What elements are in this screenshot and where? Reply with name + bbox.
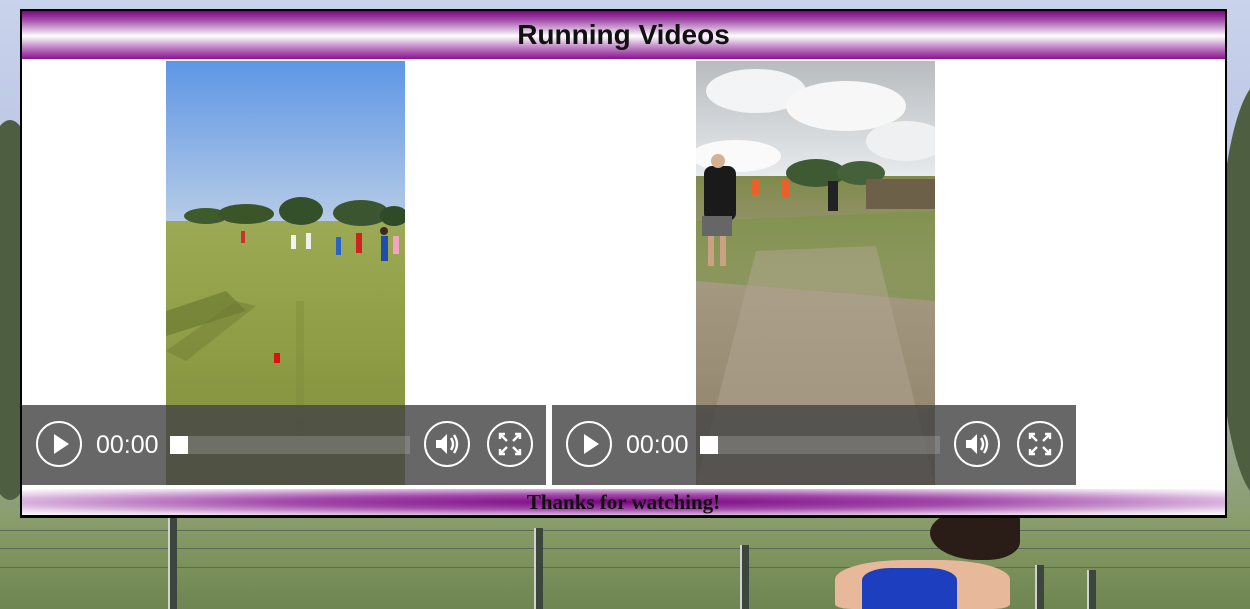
play-icon	[584, 434, 599, 454]
fullscreen-icon	[1028, 432, 1052, 456]
fence-post	[168, 515, 177, 609]
video-player-2[interactable]: 00:00	[552, 61, 1076, 485]
page-title: Running Videos	[517, 19, 730, 50]
time-display: 00:00	[626, 431, 689, 459]
volume-button[interactable]	[954, 421, 1000, 467]
fence-post	[534, 528, 543, 609]
video-controls: 00:00	[22, 405, 546, 485]
fence-wire	[0, 567, 1250, 568]
volume-button[interactable]	[424, 421, 470, 467]
volume-icon	[436, 434, 459, 454]
fullscreen-button[interactable]	[487, 421, 533, 467]
fence-wire	[0, 530, 1250, 531]
fence-post	[1087, 570, 1096, 609]
fullscreen-button[interactable]	[1017, 421, 1063, 467]
progress-bar[interactable]	[170, 436, 410, 454]
progress-knob[interactable]	[170, 436, 188, 454]
progress-bar[interactable]	[700, 436, 940, 454]
fence-wire	[0, 548, 1250, 549]
video-player-1[interactable]: 00:00	[22, 61, 546, 485]
play-button[interactable]	[566, 421, 612, 467]
fullscreen-icon	[498, 432, 522, 456]
footer-text: Thanks for watching!	[526, 489, 721, 514]
volume-icon	[966, 434, 989, 454]
page-frame: Running Videos 00:00 00:00 Thanks for wa…	[20, 9, 1227, 518]
time-display: 00:00	[96, 431, 159, 459]
play-button[interactable]	[36, 421, 82, 467]
progress-knob[interactable]	[700, 436, 718, 454]
fence-post	[740, 545, 749, 609]
video-controls: 00:00	[552, 405, 1076, 485]
play-icon	[54, 434, 69, 454]
fence-post	[1035, 565, 1044, 609]
bg-grass	[0, 509, 1250, 609]
runner-shirt	[862, 568, 957, 609]
page-header: Running Videos	[22, 11, 1225, 59]
page-footer: Thanks for watching!	[22, 489, 1225, 515]
